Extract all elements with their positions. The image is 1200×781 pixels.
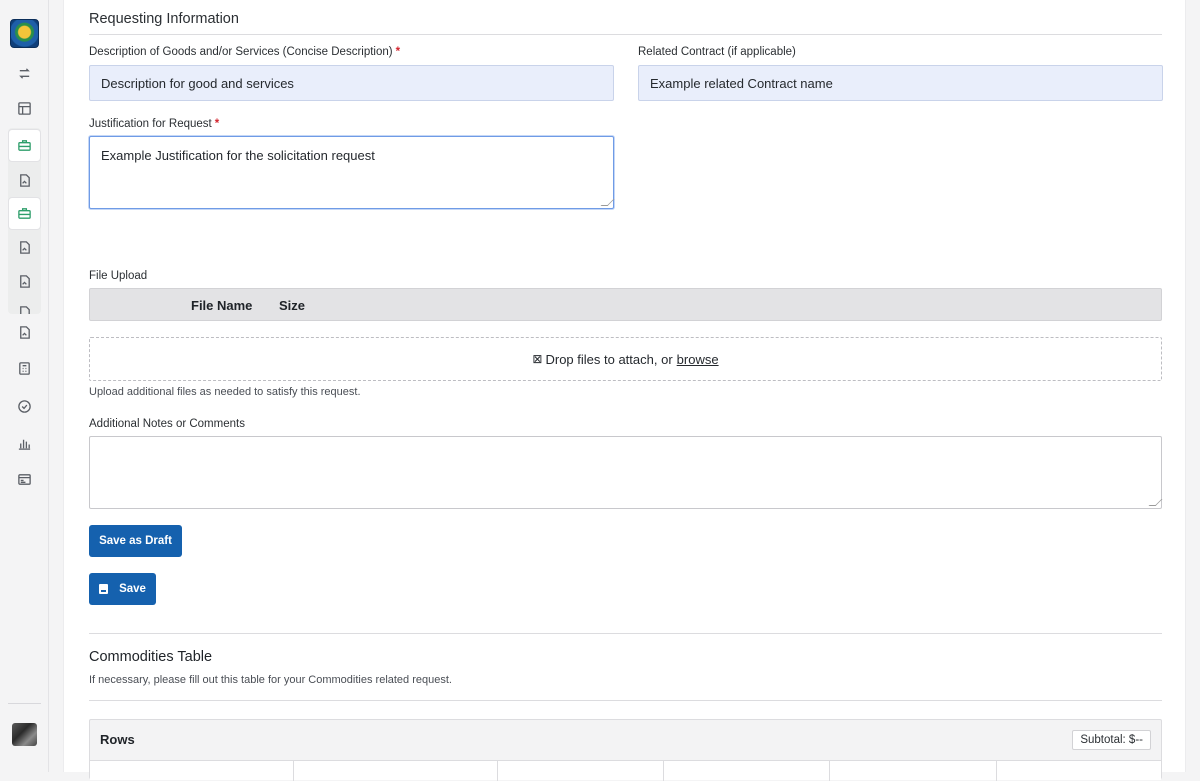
file-dropzone[interactable]: ⊠ Drop files to attach, or browse — [89, 337, 1162, 381]
document-icon[interactable] — [8, 316, 41, 349]
calculator-icon[interactable] — [8, 352, 41, 385]
layout-icon[interactable] — [8, 92, 41, 125]
attach-icon: ⊠ — [532, 352, 543, 366]
file-upload-label: File Upload — [89, 270, 148, 282]
list-card-icon[interactable] — [8, 463, 41, 496]
document-icon[interactable] — [8, 265, 41, 298]
save-button-label: Save — [119, 583, 146, 595]
column-divider — [663, 761, 664, 781]
divider — [89, 34, 1162, 35]
briefcase-icon[interactable] — [8, 129, 41, 162]
commodities-subtitle: If necessary, please fill out this table… — [89, 674, 452, 686]
column-divider — [497, 761, 498, 781]
document-icon[interactable] — [8, 164, 41, 197]
avatar[interactable] — [12, 723, 37, 746]
document-icon[interactable] — [8, 231, 41, 264]
rows-table: Rows Subtotal: $-- — [89, 719, 1162, 781]
commodities-title: Commodities Table — [89, 649, 213, 665]
description-label: Description of Goods and/or Services (Co… — [89, 46, 401, 58]
rows-title: Rows — [100, 732, 135, 747]
table-header-row — [90, 760, 1161, 781]
upload-help-text: Upload additional files as needed to sat… — [89, 386, 361, 398]
resize-handle[interactable] — [600, 199, 615, 206]
column-divider — [293, 761, 294, 781]
bar-chart-icon[interactable] — [8, 427, 41, 460]
required-mark: * — [395, 46, 401, 58]
description-input[interactable]: Description for good and services — [89, 65, 614, 101]
required-mark: * — [214, 118, 220, 130]
briefcase-icon[interactable] — [8, 197, 41, 230]
save-icon — [99, 584, 109, 594]
file-table-header: File Name Size — [89, 288, 1162, 321]
justification-text: Example Justification for the solicitati… — [101, 148, 375, 163]
document-icon[interactable] — [8, 296, 41, 314]
justification-textarea[interactable]: Example Justification for the solicitati… — [89, 136, 615, 209]
divider — [89, 633, 1162, 634]
scrollbar[interactable] — [1186, 0, 1200, 772]
column-divider — [829, 761, 830, 781]
notes-label: Additional Notes or Comments — [89, 418, 245, 430]
app-frame: Requesting Information Description of Go… — [0, 0, 1200, 781]
sidebar — [0, 0, 49, 772]
related-contract-label: Related Contract (if applicable) — [638, 46, 796, 58]
resize-handle[interactable] — [1148, 499, 1163, 506]
related-contract-input[interactable]: Example related Contract name — [638, 65, 1163, 101]
subtotal-badge: Subtotal: $-- — [1072, 730, 1151, 750]
main-panel: Requesting Information Description of Go… — [63, 0, 1186, 781]
divider — [89, 700, 1162, 701]
notes-textarea[interactable] — [89, 436, 1163, 509]
transfer-icon[interactable] — [8, 57, 41, 90]
save-button[interactable]: Save — [89, 573, 156, 605]
save-draft-button[interactable]: Save as Draft — [89, 525, 182, 557]
column-divider — [996, 761, 997, 781]
check-circle-icon[interactable] — [8, 390, 41, 423]
sidebar-divider — [8, 703, 41, 704]
size-column: Size — [279, 298, 306, 313]
file-name-column: File Name — [191, 298, 253, 313]
dropzone-text: Drop files to attach, or — [545, 351, 673, 367]
justification-label: Justification for Request * — [89, 118, 220, 130]
logo[interactable] — [10, 19, 39, 48]
browse-link[interactable]: browse — [677, 352, 719, 367]
section-title: Requesting Information — [89, 11, 239, 27]
